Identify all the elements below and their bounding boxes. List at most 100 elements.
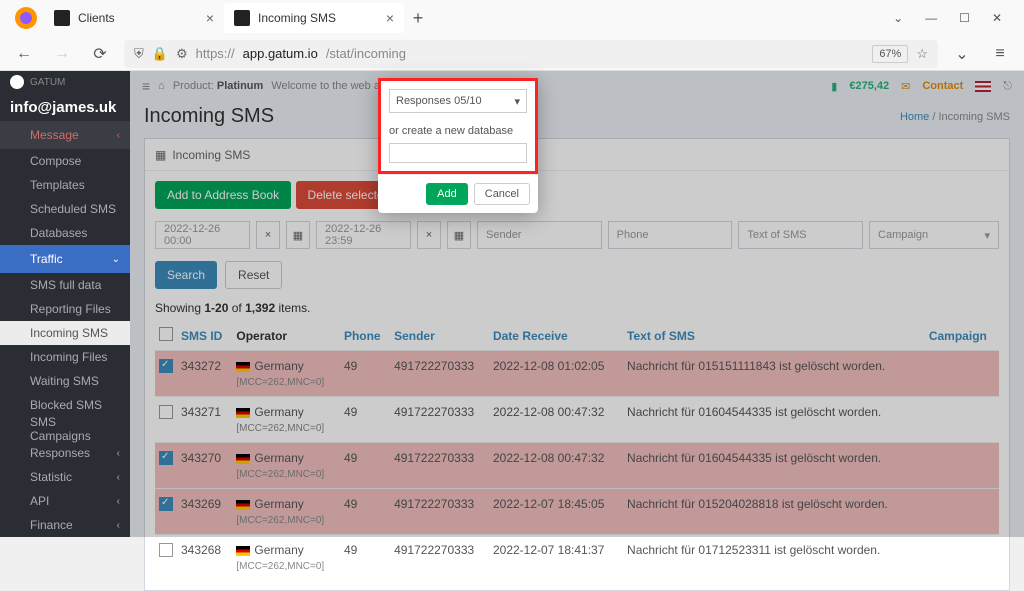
nav-icon	[10, 399, 22, 411]
browser-chrome: Clients × Incoming SMS × + ⌄ — ☐ ✕ ← → ⟳…	[0, 0, 1024, 71]
minimize-icon[interactable]: —	[925, 11, 937, 25]
url-prefix: https://	[196, 46, 235, 61]
sidebar-item-compose[interactable]: Compose	[0, 149, 130, 173]
sidebar: GATUM info@james.uk Message ‹ Compose Templ…	[0, 71, 130, 537]
chevron-down-icon: ▾	[514, 95, 520, 108]
chevron-icon: ‹	[117, 496, 120, 507]
cell-phone: 49	[340, 535, 390, 581]
zoom-level[interactable]: 67%	[872, 45, 908, 63]
chevron-icon: ‹	[117, 130, 120, 141]
nav-icon	[10, 203, 22, 215]
nav-icon	[10, 423, 22, 435]
shield-icon: ⛨	[134, 46, 144, 62]
brand-name: GATUM	[30, 77, 65, 88]
flag-de-icon	[236, 546, 250, 556]
pocket-icon[interactable]: ⌄	[948, 40, 976, 68]
nav-icon	[10, 327, 22, 339]
new-tab-button[interactable]: +	[404, 4, 432, 32]
tab-favicon-icon	[54, 10, 70, 26]
sidebar-item-label: Incoming Files	[30, 350, 107, 364]
sidebar-item-label: Compose	[30, 154, 81, 168]
nav-icon	[10, 227, 22, 239]
chevron-icon: ‹	[117, 472, 120, 483]
maximize-icon[interactable]: ☐	[959, 11, 970, 25]
nav-icon	[10, 279, 22, 291]
database-select[interactable]: Responses 05/10 ▾	[389, 89, 527, 113]
sidebar-item-message[interactable]: Message ‹	[0, 121, 130, 149]
reload-button[interactable]: ⟳	[86, 40, 114, 68]
sidebar-item-waiting-sms[interactable]: Waiting SMS	[0, 369, 130, 393]
table-row: 343268Germany[MCC=262,MNC=0]494917222703…	[155, 535, 999, 581]
nav-icon	[10, 351, 22, 363]
sidebar-item-scheduled-sms[interactable]: Scheduled SMS	[0, 197, 130, 221]
chevron-down-icon[interactable]: ⌄	[893, 11, 903, 25]
sidebar-item-label: Responses	[30, 446, 90, 460]
sidebar-item-api[interactable]: API ‹	[0, 489, 130, 513]
cell-smsid: 343268	[177, 535, 232, 581]
new-database-input[interactable]	[389, 143, 527, 163]
sidebar-item-statistic[interactable]: Statistic‹	[0, 465, 130, 489]
modal-cancel-button[interactable]: Cancel	[474, 183, 530, 205]
or-create-label: or create a new database	[389, 125, 527, 137]
address-bar[interactable]: ⛨ 🔒 ⚙ https://app.gatum.io/stat/incoming…	[124, 40, 938, 68]
sidebar-item-templates[interactable]: Templates	[0, 173, 130, 197]
permissions-icon: ⚙	[176, 46, 188, 62]
sidebar-item-label: SMS full data	[30, 278, 101, 292]
modal-add-button[interactable]: Add	[426, 183, 468, 205]
nav-icon	[10, 495, 22, 507]
back-button[interactable]: ←	[10, 40, 38, 68]
nav-icon	[10, 253, 22, 265]
cell-sender: 491722270333	[390, 535, 489, 581]
sidebar-item-responses[interactable]: Responses ‹	[0, 441, 130, 465]
tab-incoming-sms[interactable]: Incoming SMS ×	[224, 3, 404, 33]
sidebar-item-label: Templates	[30, 178, 85, 192]
sidebar-item-incoming-sms[interactable]: Incoming SMS	[0, 321, 130, 345]
forward-button[interactable]: →	[48, 40, 76, 68]
close-icon[interactable]: ×	[206, 10, 214, 26]
user-email: info@james.uk	[0, 94, 130, 121]
lock-icon: 🔒	[152, 46, 168, 62]
tab-clients[interactable]: Clients ×	[44, 3, 224, 33]
menu-icon[interactable]: ≡	[986, 40, 1014, 68]
nav-icon	[10, 155, 22, 167]
star-icon[interactable]: ☆	[916, 46, 928, 62]
tab-label: Incoming SMS	[258, 11, 336, 25]
sidebar-item-databases[interactable]: Databases	[0, 221, 130, 245]
tab-label: Clients	[78, 11, 115, 25]
nav-icon	[10, 447, 22, 459]
sidebar-item-label: Incoming SMS	[30, 326, 108, 340]
chevron-icon: ‹	[117, 520, 120, 531]
sidebar-item-incoming-files[interactable]: Incoming Files	[0, 345, 130, 369]
sidebar-item-label: Message	[30, 128, 79, 142]
sidebar-item-finance[interactable]: Finance‹	[0, 513, 130, 537]
sidebar-item-traffic[interactable]: Traffic⌄	[0, 245, 130, 273]
cell-campaign	[925, 535, 999, 581]
nav-icon	[10, 519, 22, 531]
chevron-icon: ‹	[117, 448, 120, 459]
sidebar-item-label: Blocked SMS	[30, 398, 102, 412]
database-select-value: Responses 05/10	[396, 95, 482, 107]
cell-text: Nachricht für 01712523311 ist gelöscht w…	[623, 535, 925, 581]
nav-icon	[10, 129, 22, 141]
cell-operator: Germany[MCC=262,MNC=0]	[232, 535, 340, 581]
row-checkbox[interactable]	[159, 543, 173, 557]
sidebar-item-label: Databases	[30, 226, 87, 240]
nav-icon	[10, 375, 22, 387]
sidebar-item-label: API	[30, 494, 49, 508]
nav-icon	[10, 179, 22, 191]
modal-overlay[interactable]	[130, 71, 1024, 537]
sidebar-item-label: Reporting Files	[30, 302, 111, 316]
nav-icon	[10, 303, 22, 315]
sidebar-item-sms-full-data[interactable]: SMS full data	[0, 273, 130, 297]
sidebar-item-blocked-sms[interactable]: Blocked SMS	[0, 393, 130, 417]
sidebar-item-reporting-files[interactable]: Reporting Files	[0, 297, 130, 321]
firefox-logo-icon	[14, 6, 38, 30]
close-icon[interactable]: ×	[386, 10, 394, 26]
nav-icon	[10, 471, 22, 483]
sidebar-item-sms-campaigns[interactable]: SMS Campaigns	[0, 417, 130, 441]
url-host: app.gatum.io	[243, 46, 318, 61]
sidebar-item-label: Waiting SMS	[30, 374, 99, 388]
close-window-icon[interactable]: ✕	[992, 11, 1002, 25]
add-to-address-book-modal: Responses 05/10 ▾ or create a new databa…	[378, 78, 538, 213]
sidebar-item-label: Traffic	[30, 252, 63, 266]
